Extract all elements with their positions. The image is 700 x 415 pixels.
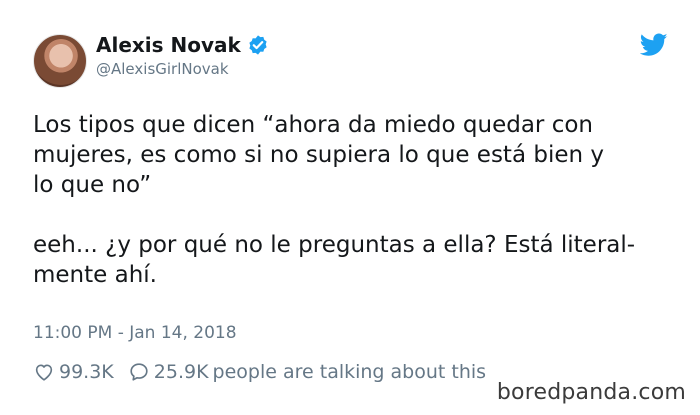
watermark: boredpanda.com: [496, 380, 686, 405]
talking-label[interactable]: people are talking about this: [213, 360, 487, 384]
tweet-paragraph: Los tipos que dicen “ahora da miedo qued…: [33, 112, 604, 198]
like-count[interactable]: 99.3K: [59, 360, 114, 384]
verified-badge-icon: [249, 35, 267, 55]
avatar[interactable]: [33, 34, 87, 88]
speech-bubble-icon[interactable]: [128, 361, 150, 383]
reply-count[interactable]: 25.9K: [154, 360, 209, 384]
display-name[interactable]: Alexis Novak: [96, 33, 269, 57]
user-handle[interactable]: @AlexisGirlNovak: [96, 60, 229, 78]
twitter-bird-icon[interactable]: [640, 33, 668, 57]
heart-icon[interactable]: [33, 361, 55, 383]
engagement-bar: 99.3K 25.9K people are talking about thi…: [33, 360, 486, 384]
display-name-label[interactable]: Alexis Novak: [96, 33, 241, 57]
tweet-card: Alexis Novak @AlexisGirlNovak Los tipos …: [0, 0, 700, 415]
tweet-timestamp[interactable]: 11:00 PM - Jan 14, 2018: [33, 322, 237, 344]
tweet-paragraph: eeh... ¿y por qué no le preguntas a ella…: [33, 232, 636, 288]
tweet-text: Los tipos que dicen “ahora da miedo qued…: [33, 110, 663, 290]
